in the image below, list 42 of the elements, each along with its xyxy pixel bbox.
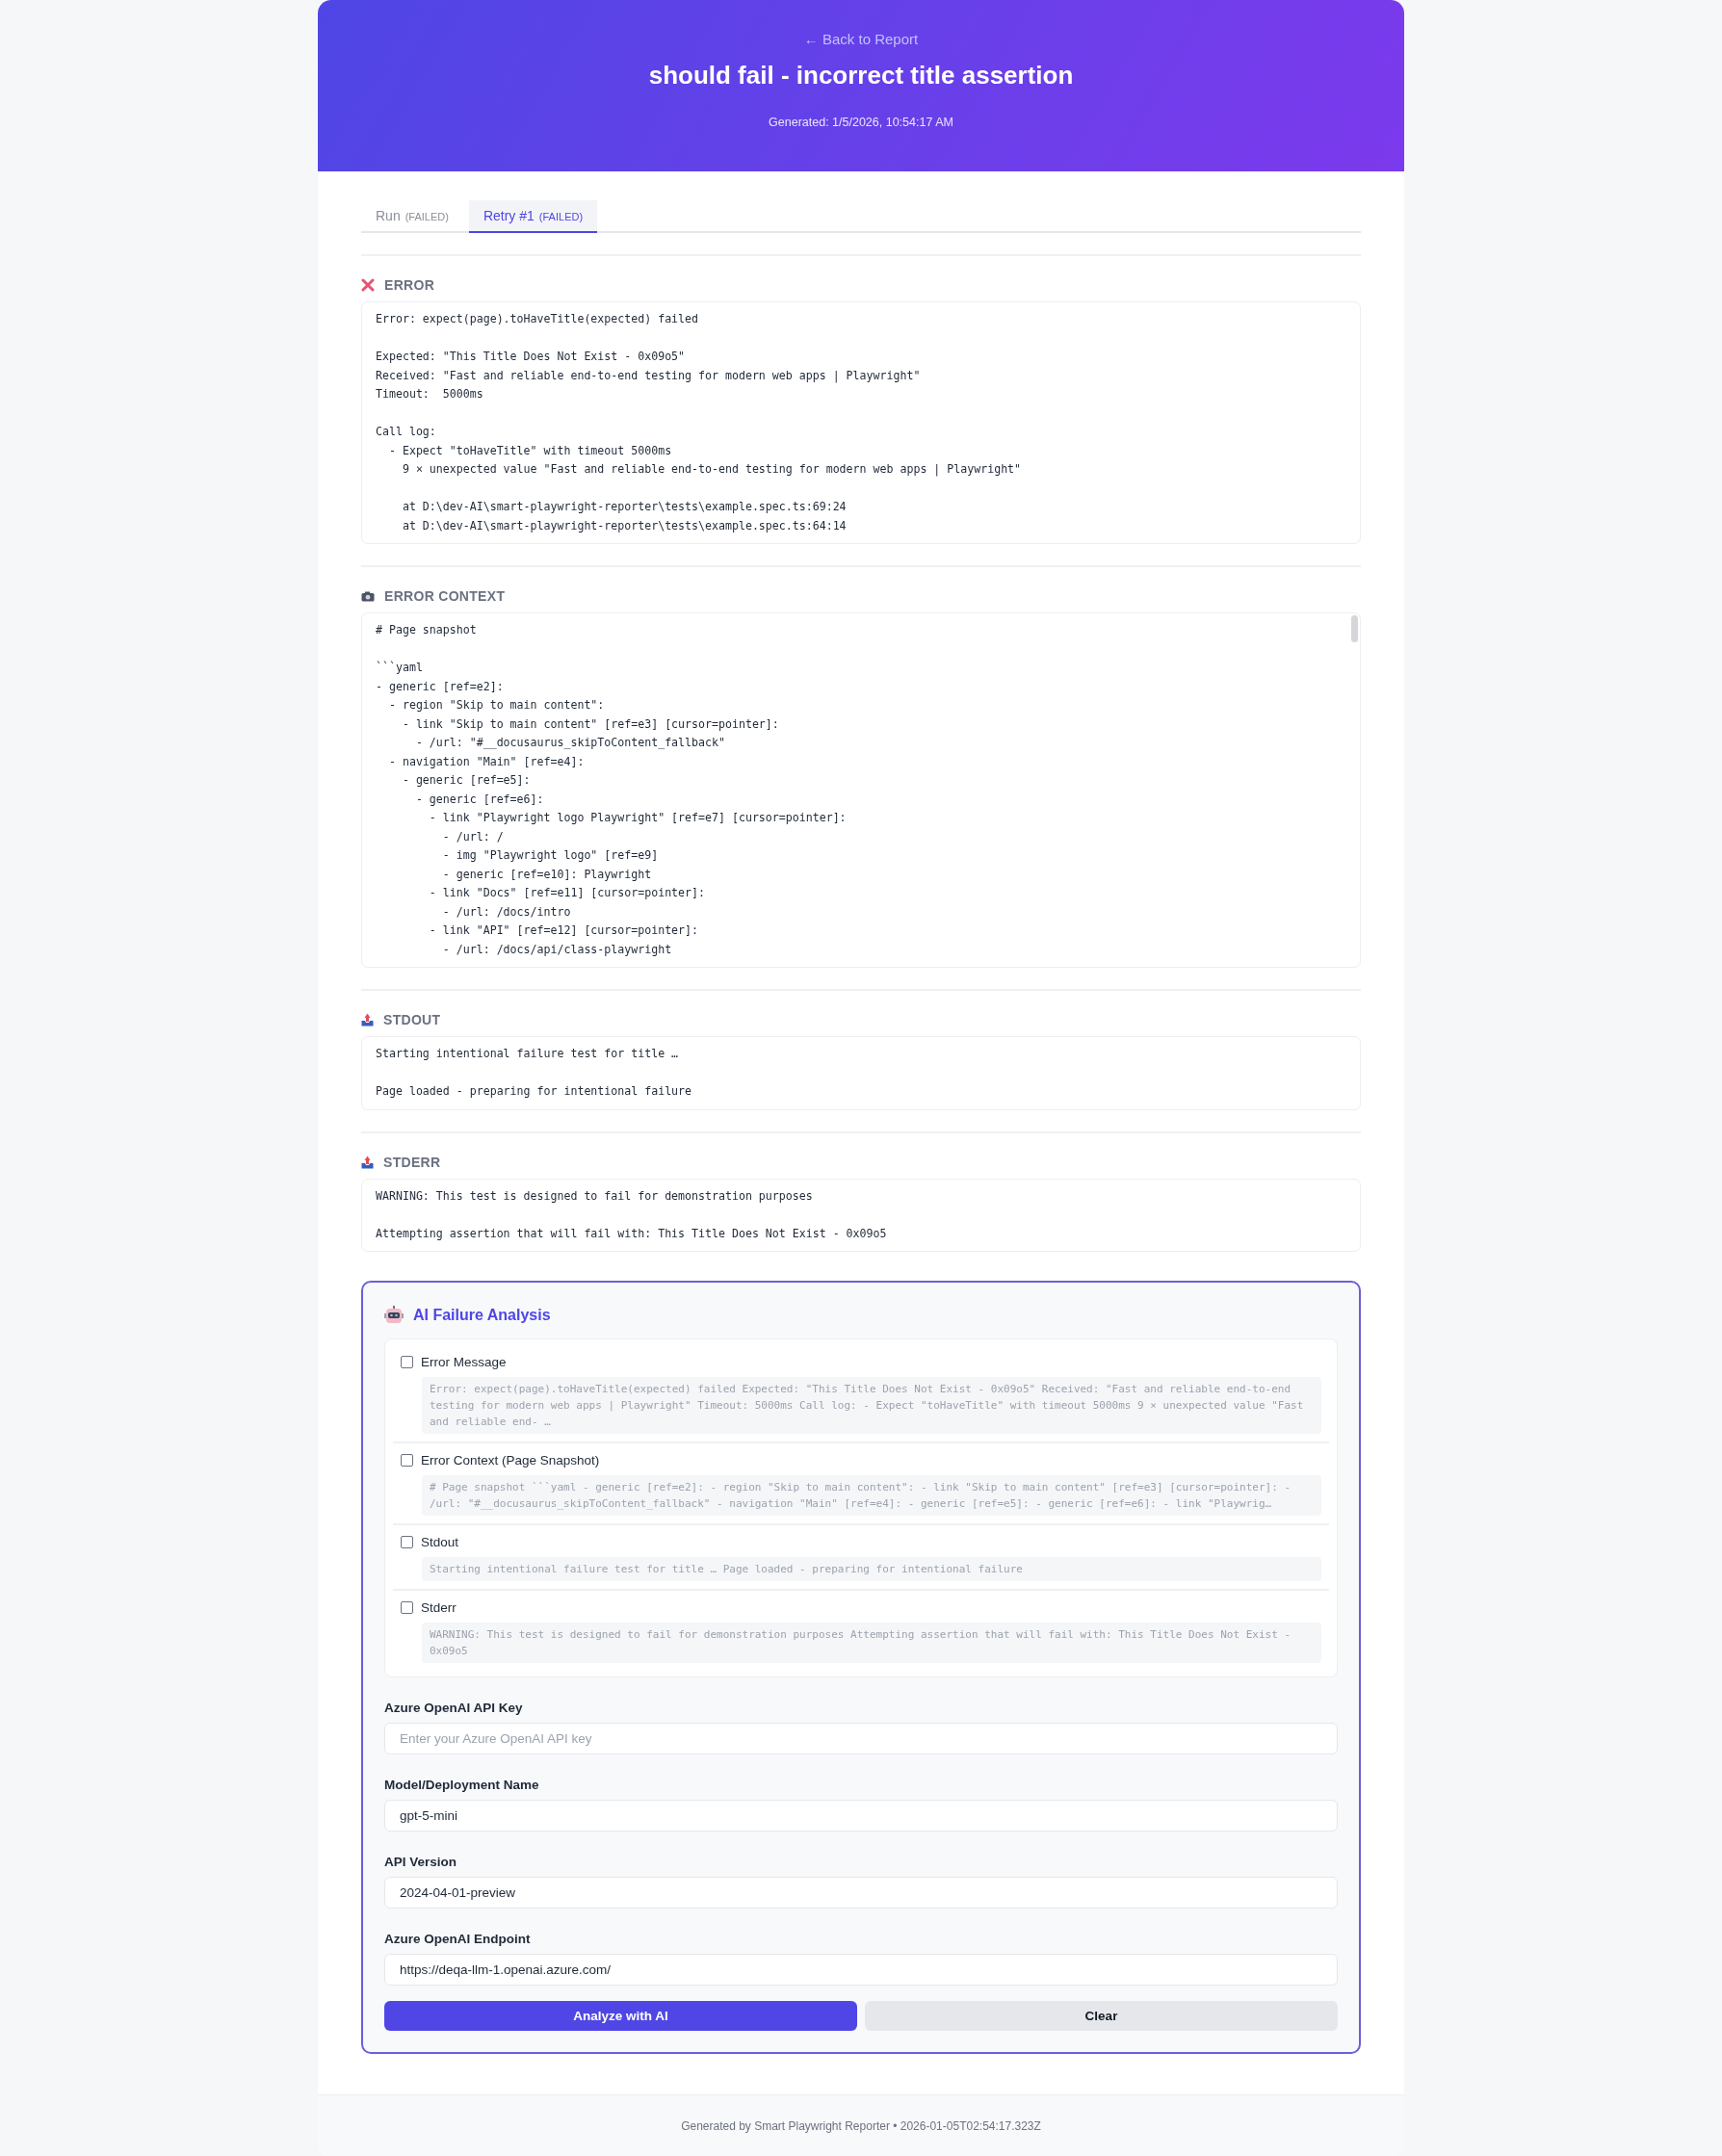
section-title: STDOUT	[383, 1012, 441, 1027]
close-icon	[361, 278, 375, 292]
panel-title: AI Failure Analysis	[413, 1307, 551, 1324]
input-field[interactable]: https://deqa-llm-1.openai.azure.com/	[384, 1954, 1338, 1986]
field-label: Azure OpenAI API Key	[384, 1701, 524, 1715]
tray-icon	[361, 1013, 374, 1026]
input-field[interactable]: 2024-04-01-preview	[384, 1877, 1338, 1909]
section-title: ERROR	[384, 277, 435, 293]
input-field[interactable]: gpt-5-mini	[384, 1800, 1338, 1831]
source-label: Error Context (Page Snapshot)	[421, 1453, 600, 1468]
checkbox[interactable]	[401, 1601, 413, 1614]
source-preview: # Page snapshot ```yaml - generic [ref=e2]: - region "Skip to main content": - link "Skip to main content" [ref=e3] [cursor=pointer]: - /url: "#__docusaurus_skipToContent_fallback" - navigation "Main" [ref=e4]: - generic [ref=e5]: - generic [ref=e6]: - link "Playwrig…	[422, 1475, 1321, 1516]
scrollbar[interactable]	[1351, 615, 1358, 642]
log-output: Starting intentional failure test for title … Page loaded - preparing for intentional failure	[361, 1036, 1361, 1110]
page-title: should fail - incorrect title assertion	[648, 61, 1074, 91]
log-output: Error: expect(page).toHaveTitle(expected) failed Expected: "This Title Does Not Exist - 0x09o5" Received: "Fast and reliable end-to-end testing for modern web apps | Playwright" Timeout: 5000ms Call log: - Expect "toHaveTitle" with timeout 5000ms 9 × unexpected value "Fast and reliable end-to-end testing for modern web apps | Playwright" at D:\dev-AI\smart-playwright-reporter\tests\example.spec.ts:69:24 at D:\dev-AI\smart-playwright-reporter\tests\example.spec.ts:64:14	[361, 301, 1361, 544]
section-title: STDERR	[383, 1154, 441, 1170]
source-preview: WARNING: This test is designed to fail for demonstration purposes Attempting assertion that will fail with: This Title Does Not Exist - 0x09o5	[422, 1623, 1321, 1663]
footer-text: Generated by Smart Playwright Reporter • 2026-01-05T02:54:17.323Z	[681, 2118, 1041, 2133]
tray-icon	[361, 1155, 374, 1169]
analyze-button[interactable]: Analyze with AI	[384, 2001, 857, 2031]
section-title: ERROR CONTEXT	[384, 588, 506, 604]
camera-icon	[361, 590, 375, 602]
log-output: # Page snapshot ```yaml - generic [ref=e2]: - region "Skip to main content": - link "Skip to main content" [ref=e3] [cursor=pointer]: - /url: "#__docusaurus_skipToContent_fallback" - navigation "Main" [ref=e4]: - generic [ref=e5]: - generic [ref=e6]: - link "Playwright logo Playwright" [ref=e7] [cursor=pointer]: - /url: / - img "Playwright logo" [ref=e9] - generic [ref=e10]: Playwright - link "Docs" [ref=e11] [cursor=pointer]: - /url: /docs/intro - link "API" [ref=e12] [cursor=pointer]: - /url: /docs/api/class-playwright	[361, 612, 1361, 968]
checkbox[interactable]	[401, 1536, 413, 1548]
generated-time: Generated: 1/5/2026, 10:54:17 AM	[769, 116, 953, 129]
field-label: API Version	[384, 1855, 458, 1869]
robot-icon	[384, 1306, 404, 1325]
log-output: WARNING: This test is designed to fail for demonstration purposes Attempting assertion that will fail with: This Title Does Not Exist - 0x09o5	[361, 1178, 1361, 1252]
field-label: Model/Deployment Name	[384, 1778, 540, 1792]
back-link[interactable]: ← Back to Report	[803, 31, 919, 47]
input-field[interactable]: Enter your Azure OpenAI API key	[384, 1723, 1338, 1754]
source-label: Error Message	[421, 1355, 507, 1369]
source-preview: Starting intentional failure test for title … Page loaded - preparing for intentional failure	[422, 1557, 1321, 1581]
tab[interactable]: Retry #1 (FAILED)	[468, 200, 598, 233]
checkbox[interactable]	[401, 1356, 413, 1368]
source-preview: Error: expect(page).toHaveTitle(expected) failed Expected: "This Title Does Not Exist - 0x09o5" Received: "Fast and reliable end-to-end testing for modern web apps | Playwright" Timeout: 5000ms Call log: - Expect "toHaveTitle" with timeout 5000ms 9 × unexpected value "Fast and reliable end- …	[422, 1377, 1321, 1434]
field-label: Azure OpenAI Endpoint	[384, 1932, 532, 1946]
source-label: Stdout	[421, 1535, 459, 1549]
source-label: Stderr	[421, 1600, 457, 1615]
checkbox[interactable]	[401, 1454, 413, 1467]
clear-button[interactable]: Clear	[865, 2001, 1338, 2031]
